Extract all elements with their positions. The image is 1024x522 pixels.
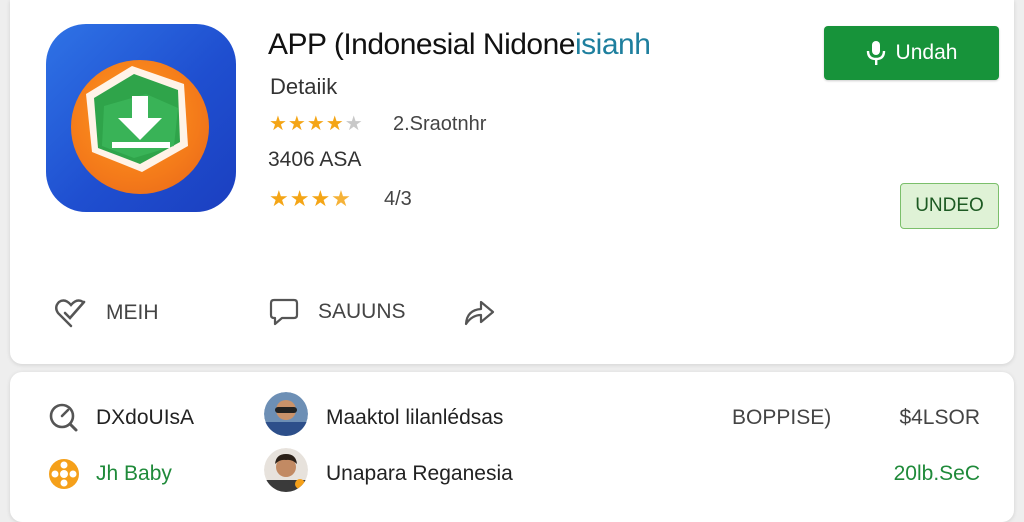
secondary-button[interactable]: UNDEO [900,183,999,229]
star-rating-bottom: ★★★★ [269,186,352,211]
list-item-developer: Maaktol lilanlédsas [326,406,504,429]
download-box-icon [86,66,188,172]
list-item-developer: Unapara Reganesia [326,462,513,485]
film-reel-icon [49,459,79,489]
heart-check-icon [55,299,86,328]
reviews-label: SAUUNS [318,300,406,323]
share-action[interactable] [462,296,496,328]
share-arrow-icon [464,300,495,326]
list-item-name: DXdoUIsA [96,406,195,429]
app-list-card: DXdoUIsA Maaktol lilanlédsas BOPPISE) $4… [10,372,1014,522]
app-size: 3406 ASA [268,148,362,171]
star-rating-top: ★★★★★ [269,113,364,135]
search-icon [49,403,78,432]
wishlist-action[interactable]: MEIH [54,296,159,330]
speech-bubble-icon [269,298,299,326]
list-item[interactable]: DXdoUIsA Maaktol lilanlédsas BOPPISE) $4… [10,392,1014,442]
app-title-main: APP (Indonesial Nidone [268,28,576,61]
install-button-label: Undah [895,41,958,64]
list-item[interactable]: Jh Baby Unapara Reganesia 20lb.SeC [10,448,1014,498]
app-detail-card: APP (Indonesial Nidoneisianh Detaiik ★★★… [10,0,1014,364]
list-item-status: BOPPISE) [732,406,832,429]
rating-score: 4/3 [384,188,412,210]
rating-count: 2.Sraotnhr [393,113,487,135]
avatar [264,392,308,436]
list-item-price: 20lb.SeC [893,462,980,485]
reviews-action[interactable]: SAUUNS [268,296,406,328]
app-title-accent: isianh [575,28,651,61]
microphone-icon [866,41,885,65]
wishlist-label: MEIH [106,301,159,324]
list-item-price: $4LSOR [899,406,980,429]
install-button[interactable]: Undah [824,26,999,80]
app-title: APP (Indonesial Nidoneisianh [268,28,651,62]
list-item-name: Jh Baby [96,462,172,485]
app-subtitle[interactable]: Detaiik [270,74,337,100]
app-icon[interactable] [46,24,236,212]
avatar [264,448,308,492]
